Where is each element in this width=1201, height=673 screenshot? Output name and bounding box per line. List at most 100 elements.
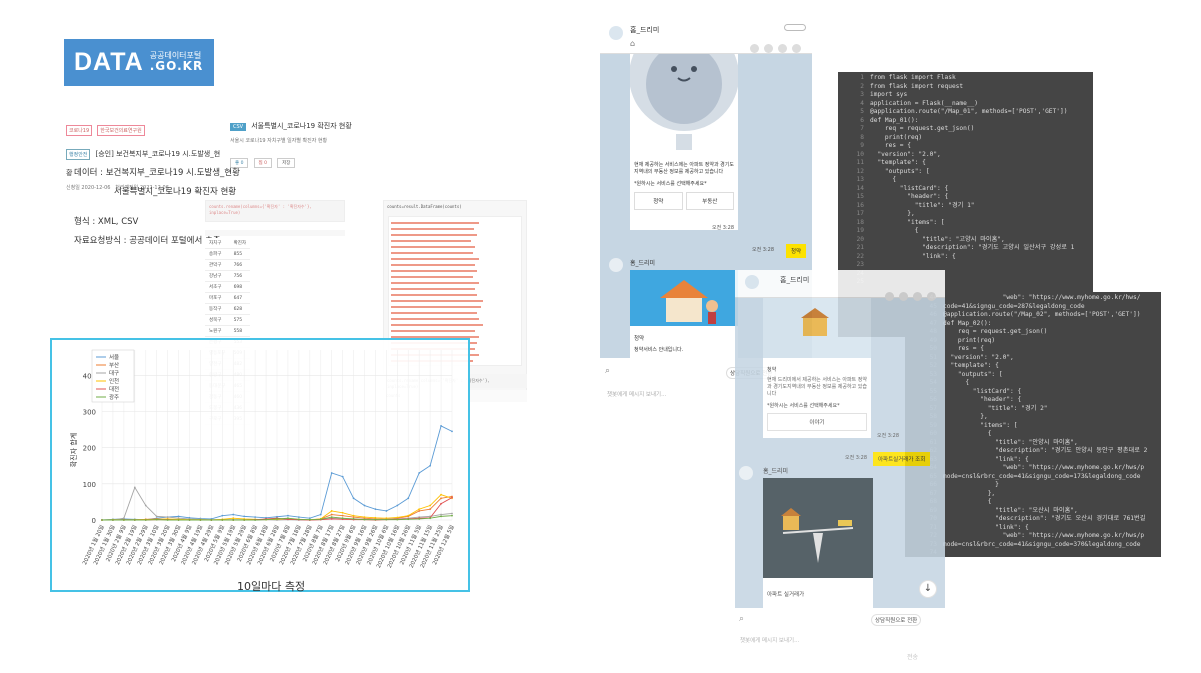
logo-domain: .GO.KR (149, 59, 204, 74)
district-cell: 관악구 (205, 259, 230, 271)
tag-covid[interactable]: 코로나19 (66, 125, 93, 136)
chat2-bot-name-2: 홈_드리미 (763, 468, 789, 475)
code-line: print(req) (943, 336, 996, 344)
code-line: def Map_02(): (943, 319, 992, 327)
table-row: 송파구 855 (205, 248, 250, 260)
save-button[interactable]: 저장 (277, 158, 296, 168)
code-line: mode=cnsl&rbrc_code=41&signgu_code=370&l… (943, 540, 1141, 548)
chat2-time-1: 오전 3:28 (877, 433, 900, 439)
code-line: "title": "안양시 마이홈", (943, 438, 1078, 446)
table-row: 관악구 766 (205, 259, 250, 271)
data-point (112, 519, 114, 521)
menu-icon-2[interactable] (927, 292, 937, 301)
chat2-card-text: 현재 드리미에서 제공하는 서비스는 아파트 정약과 경기도지역내의 부동산 정… (767, 377, 867, 397)
code-line: "listCard": { (870, 184, 949, 192)
chat2-card-button[interactable]: 이야기 (767, 413, 867, 431)
robot-image (629, 21, 739, 154)
data-point (221, 519, 224, 521)
code1-gutter: 1234567891011121314151617181920212223242… (838, 72, 870, 287)
toggle-switch[interactable] (784, 24, 806, 31)
lock-icon[interactable] (778, 44, 788, 53)
district-cell: 마포구 (205, 292, 230, 304)
district-cell: 강남구 (205, 270, 230, 282)
bot-avatar-4 (739, 466, 753, 480)
y-tick-label: 200 (83, 445, 96, 453)
attach-icon[interactable]: ⌕ (605, 366, 610, 376)
data-point (221, 514, 224, 517)
district-cell: 성북구 (205, 314, 230, 326)
search-icon-2[interactable] (885, 292, 894, 301)
data-line-2: 서울특별시_코로나19 확진자 현황 (114, 187, 237, 197)
data-point (363, 516, 366, 519)
count-cell: 628 (229, 303, 250, 315)
code-line: { (943, 498, 992, 505)
line-number: 13 (856, 176, 864, 183)
data-point (429, 504, 432, 507)
data-point (396, 518, 399, 521)
line-number: 4 (860, 99, 864, 107)
table-row: 서초구 698 (205, 281, 250, 293)
code-line: "link": { (943, 455, 1029, 463)
chat1-message-input[interactable]: 챗봇에게 메시지 보내기... (607, 390, 666, 398)
seoul-dataset-title[interactable]: 서울특별시_코로나19 확진자 현황 (251, 122, 352, 130)
dataset-card-seoul: CSV 서울특별시_코로나19 확진자 현황 서울시 코로나19 자치구별 일자… (230, 113, 380, 168)
data-point (133, 486, 136, 489)
code-line: res = { (943, 345, 984, 352)
line-number: 22 (856, 252, 864, 260)
line-number: 14 (856, 184, 864, 192)
code-line: "items": [ (870, 218, 945, 226)
code-line: "web": "https://www.myhome.go.kr/hws/p (943, 464, 1145, 471)
data-point (429, 517, 432, 520)
attach-icon-2[interactable]: ⌕ (739, 614, 744, 624)
house-illustration (630, 270, 738, 326)
data-point (440, 493, 442, 496)
data-point (396, 516, 399, 519)
send-button[interactable]: 전송 (907, 652, 918, 661)
col-district: 자치구 (205, 238, 230, 249)
lock-icon-2[interactable] (913, 292, 923, 301)
line-number: 6 (860, 116, 864, 124)
chat2-handoff-button[interactable]: 상담직원으로 전환 (871, 614, 922, 626)
code-line: "title": "경기 1" (870, 201, 975, 209)
line-number: 7 (860, 125, 864, 132)
data-point (308, 518, 311, 521)
data-point (144, 504, 147, 507)
covid-chart-frame: 0 100 200 300 400 확진자 합계 2020년 1월 20일 2020년 1월 … (50, 338, 470, 593)
code-line: req = request.get_json() (870, 125, 975, 132)
code-line: import sys (870, 91, 908, 98)
data-point (232, 519, 235, 521)
data-point (451, 512, 453, 515)
menu-icon[interactable] (792, 44, 802, 53)
data-point (177, 519, 180, 521)
code-line: print(req) (870, 133, 923, 141)
district-cell: 노원구 (205, 325, 230, 337)
notification-icon[interactable] (764, 44, 774, 53)
tag-org[interactable]: 한국보건의료연구원 (97, 125, 145, 136)
data-point (330, 518, 333, 520)
line-number: 23 (856, 261, 864, 268)
subscribe-option-button[interactable]: 청약 (634, 192, 683, 210)
data-point (319, 513, 322, 516)
chat1-card2-title: 청약 (634, 336, 645, 342)
code-line: "template": { (943, 362, 999, 369)
chat1-subscribe-card: 청약 청약서비스 안내입니다. (630, 270, 738, 360)
data-point (101, 519, 103, 521)
district-cell: 송파구 (205, 248, 230, 260)
line-number: 18 (856, 218, 864, 226)
data-point (352, 514, 355, 517)
home-icon[interactable]: ⌂ (630, 39, 635, 48)
scroll-down-icon[interactable]: ↓ (919, 580, 937, 598)
legend-label: 서울 (109, 353, 119, 361)
search-icon[interactable] (750, 44, 759, 53)
notebook-cell-blank (205, 230, 345, 236)
table-row: 마포구 647 (205, 292, 250, 304)
district-cell: 서초구 (205, 281, 230, 293)
data-point (232, 517, 235, 520)
chat2-message-input[interactable]: 챗봇에게 메시지 보내기... (740, 636, 799, 644)
share-button[interactable]: 찜 0 (253, 158, 272, 168)
data-point (363, 518, 366, 521)
count-cell: 558 (229, 325, 250, 337)
chat1-select-text: *원하시는 서비스를 선택해주세요* (634, 181, 707, 187)
realestate-option-button[interactable]: 부동산 (685, 192, 734, 210)
notification-icon-2[interactable] (899, 292, 909, 301)
